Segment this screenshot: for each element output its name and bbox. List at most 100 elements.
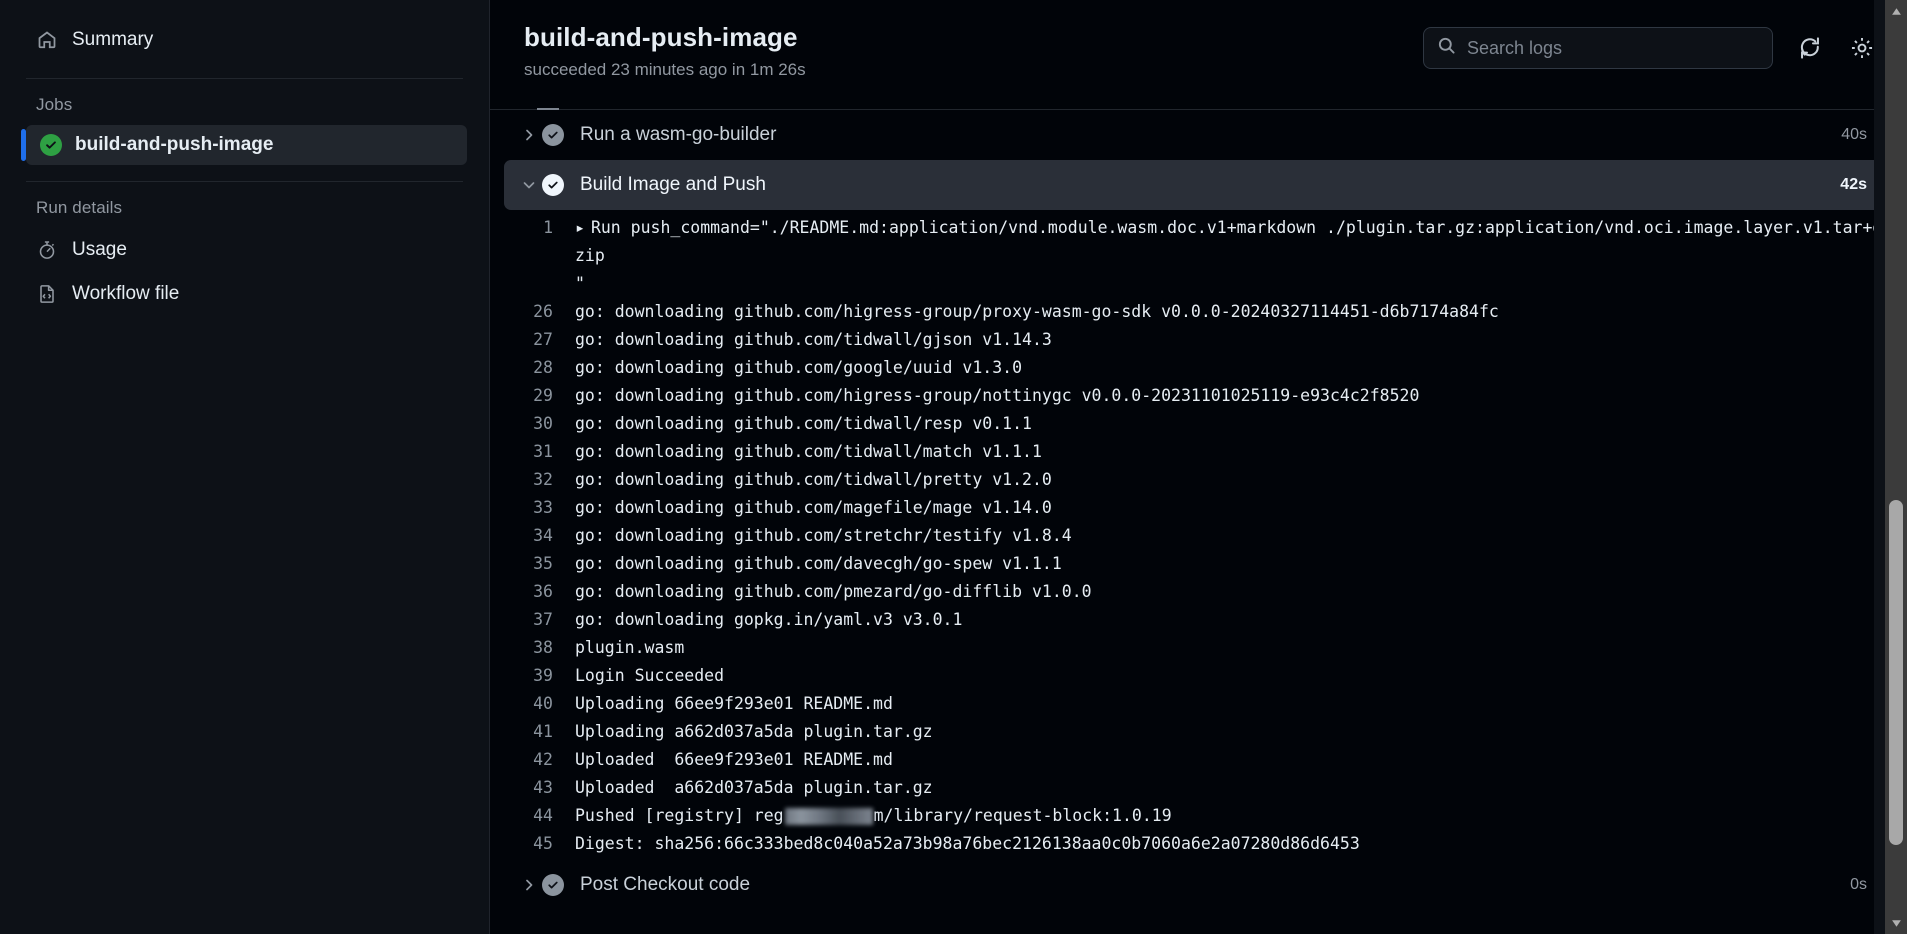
log-line: 29go: downloading github.com/higress-gro…: [490, 382, 1907, 410]
log-line-number: 41: [490, 718, 575, 746]
log-line: 33go: downloading github.com/magefile/ma…: [490, 494, 1907, 522]
sidebar-heading-jobs: Jobs: [36, 95, 489, 115]
log-line-number: 31: [490, 438, 575, 466]
log-line-number: 29: [490, 382, 575, 410]
sidebar-job-label: build-and-push-image: [75, 134, 273, 156]
log-line-text: go: downloading gopkg.in/yaml.v3 v3.0.1: [575, 606, 1889, 634]
log-line-text: go: downloading github.com/higress-group…: [575, 382, 1889, 410]
step-label: Post Checkout code: [580, 874, 1850, 896]
step-label: Run a wasm-go-builder: [580, 124, 1841, 146]
scroll-down-arrow-icon[interactable]: [1885, 912, 1907, 934]
log-line-text: go: downloading github.com/tidwall/resp …: [575, 410, 1889, 438]
chevron-down-icon: [516, 177, 542, 193]
previous-step-partial-row: [490, 96, 1907, 110]
header-titles: build-and-push-image succeeded 23 minute…: [524, 22, 1403, 80]
log-line-number: 44: [490, 802, 575, 830]
log-line-number: 30: [490, 410, 575, 438]
log-line-number: 28: [490, 354, 575, 382]
sidebar-item-summary[interactable]: Summary: [26, 18, 467, 62]
step-label: Build Image and Push: [580, 174, 1840, 196]
chevron-right-icon: [516, 127, 542, 143]
scroll-up-arrow-icon[interactable]: [1885, 0, 1907, 22]
log-line: 38plugin.wasm: [490, 634, 1907, 662]
step-row-build-image-and-push[interactable]: Build Image and Push 42s: [504, 160, 1889, 210]
page-right-edge: [1874, 0, 1885, 934]
redacted-registry-host: [785, 808, 873, 825]
log-header: build-and-push-image succeeded 23 minute…: [490, 0, 1907, 96]
main-content: build-and-push-image succeeded 23 minute…: [490, 0, 1907, 934]
log-line: 34go: downloading github.com/stretchr/te…: [490, 522, 1907, 550]
log-line-text: Digest: sha256:66c333bed8c040a52a73b98a7…: [575, 830, 1889, 858]
log-line: 42Uploaded 66ee9f293e01 README.md: [490, 746, 1907, 774]
sidebar-item-usage[interactable]: Usage: [26, 228, 467, 272]
search-input[interactable]: [1467, 38, 1759, 59]
browser-scrollbar[interactable]: [1885, 0, 1907, 934]
chevron-right-icon: [516, 877, 542, 893]
step-duration: 42s: [1840, 176, 1867, 194]
log-line-text: go: downloading github.com/magefile/mage…: [575, 494, 1889, 522]
sidebar-divider-1: [26, 78, 463, 79]
sidebar-divider-2: [26, 181, 463, 182]
sidebar-item-summary-label: Summary: [72, 29, 153, 51]
gear-icon[interactable]: [1847, 33, 1877, 63]
log-line-text: go: downloading github.com/higress-group…: [575, 298, 1889, 326]
sidebar-item-build-and-push-image[interactable]: build-and-push-image: [26, 125, 467, 165]
sidebar-heading-run-details: Run details: [36, 198, 489, 218]
sidebar: Summary Jobs build-and-push-image Run de…: [0, 0, 490, 934]
log-line-number: 1: [490, 214, 575, 242]
scrollbar-thumb[interactable]: [1889, 500, 1903, 845]
log-line-text: go: downloading github.com/stretchr/test…: [575, 522, 1889, 550]
log-line: 32go: downloading github.com/tidwall/pre…: [490, 466, 1907, 494]
log-line-number: 38: [490, 634, 575, 662]
check-circle-icon: [542, 124, 564, 146]
home-icon: [36, 29, 58, 51]
file-code-icon: [36, 283, 58, 305]
log-line-text: Uploading 66ee9f293e01 README.md: [575, 690, 1889, 718]
log-line: 43Uploaded a662d037a5da plugin.tar.gz: [490, 774, 1907, 802]
log-line: 28go: downloading github.com/google/uuid…: [490, 354, 1907, 382]
log-line: 30go: downloading github.com/tidwall/res…: [490, 410, 1907, 438]
log-line: 31go: downloading github.com/tidwall/mat…: [490, 438, 1907, 466]
step-duration: 0s: [1850, 876, 1867, 894]
log-line-text: Pushed [registry] regm/library/request-b…: [575, 802, 1889, 830]
log-line-text: Uploaded a662d037a5da plugin.tar.gz: [575, 774, 1889, 802]
sidebar-item-workflow-file[interactable]: Workflow file: [26, 272, 467, 316]
log-line-text: plugin.wasm: [575, 634, 1889, 662]
log-line: 26go: downloading github.com/higress-gro…: [490, 298, 1907, 326]
log-line-text: Uploaded 66ee9f293e01 README.md: [575, 746, 1889, 774]
page-title: build-and-push-image: [524, 22, 1403, 53]
run-status-subtitle: succeeded 23 minutes ago in 1m 26s: [524, 60, 1403, 80]
log-line: 45Digest: sha256:66c333bed8c040a52a73b98…: [490, 830, 1907, 858]
log-line: 35go: downloading github.com/davecgh/go-…: [490, 550, 1907, 578]
log-line-number: 40: [490, 690, 575, 718]
stopwatch-icon: [36, 239, 58, 261]
log-line: 1▸Run push_command="./README.md:applicat…: [490, 214, 1907, 298]
log-pane: Run a wasm-go-builder 40s Build Image an…: [490, 96, 1907, 934]
log-output[interactable]: 1▸Run push_command="./README.md:applicat…: [490, 210, 1907, 860]
log-line-text: go: downloading github.com/pmezard/go-di…: [575, 578, 1889, 606]
step-duration: 40s: [1841, 126, 1867, 144]
step-row-run-a-wasm-go-builder[interactable]: Run a wasm-go-builder 40s: [504, 110, 1889, 160]
log-line-text: go: downloading github.com/tidwall/gjson…: [575, 326, 1889, 354]
search-icon: [1437, 36, 1456, 60]
step-row-post-checkout-code[interactable]: Post Checkout code 0s: [504, 860, 1889, 910]
log-line-number: 42: [490, 746, 575, 774]
workflow-run-page: Summary Jobs build-and-push-image Run de…: [0, 0, 1907, 934]
log-line-number: 39: [490, 662, 575, 690]
expand-command-caret-icon[interactable]: ▸: [575, 218, 585, 237]
log-line-text: go: downloading github.com/tidwall/prett…: [575, 466, 1889, 494]
check-circle-icon: [542, 174, 564, 196]
log-line-number: 34: [490, 522, 575, 550]
check-circle-icon: [542, 874, 564, 896]
log-line-number: 36: [490, 578, 575, 606]
log-line-number: 43: [490, 774, 575, 802]
log-line-number: 26: [490, 298, 575, 326]
log-line-number: 45: [490, 830, 575, 858]
refresh-icon[interactable]: [1795, 33, 1825, 63]
search-logs-box[interactable]: [1423, 27, 1773, 69]
log-line: 36go: downloading github.com/pmezard/go-…: [490, 578, 1907, 606]
log-line-text: Login Succeeded: [575, 662, 1889, 690]
log-line-text: go: downloading github.com/tidwall/match…: [575, 438, 1889, 466]
header-tools: [1423, 22, 1877, 69]
log-line-number: 32: [490, 466, 575, 494]
